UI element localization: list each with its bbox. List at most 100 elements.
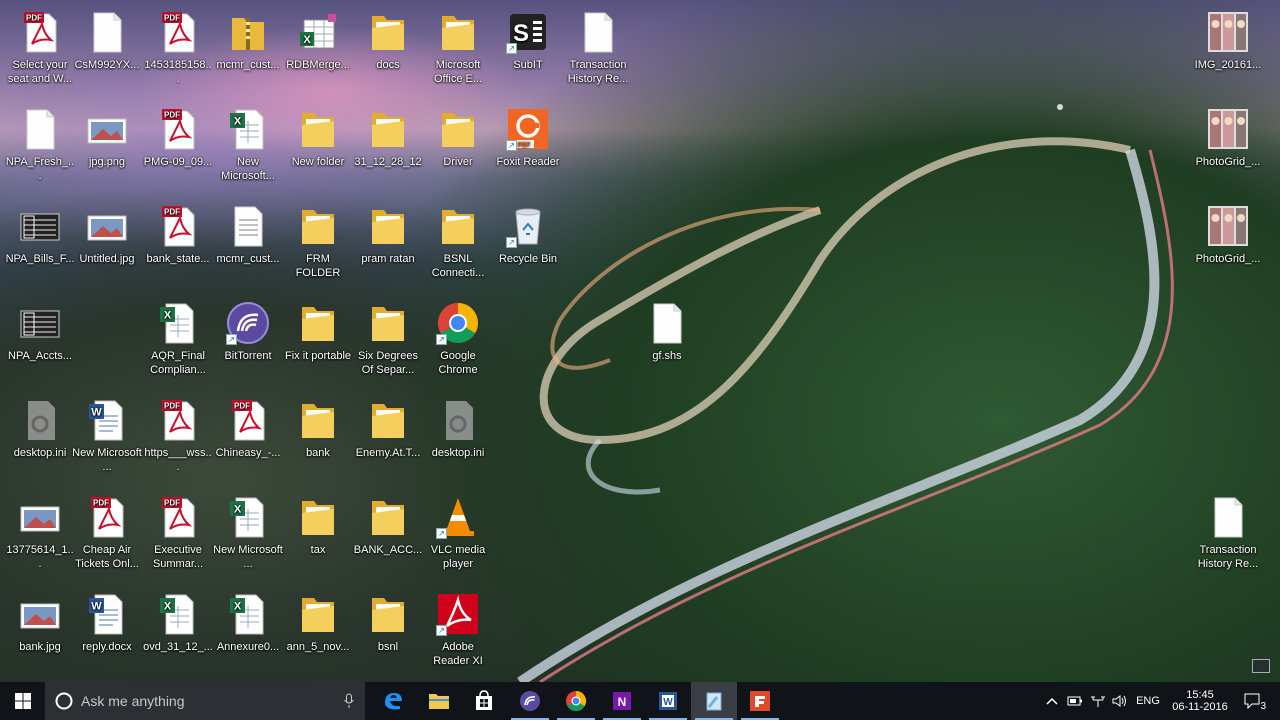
desktop-icon[interactable]: bsnl: [352, 592, 424, 654]
desktop-icon[interactable]: PhotoGrid_...: [1192, 107, 1264, 169]
text-file-icon: [226, 204, 270, 248]
microphone-icon[interactable]: [343, 693, 355, 709]
desktop-icon[interactable]: NPA_Accts...: [4, 301, 76, 363]
clock[interactable]: 15:45 06-11-2016: [1166, 682, 1234, 720]
desktop-icon[interactable]: Transaction History Re...: [562, 10, 634, 86]
desktop-icon[interactable]: Untitled.jpg: [71, 204, 143, 266]
desktop-icon[interactable]: S ↗ SubIT: [492, 10, 564, 72]
image-file-icon: [18, 592, 62, 636]
shortcut-arrow-icon: ↗: [506, 140, 517, 151]
image-file-icon: [85, 204, 129, 248]
pdf-icon: PDF: [156, 495, 200, 539]
network-tray-button[interactable]: [1088, 682, 1108, 720]
desktop-icon[interactable]: ↗ BitTorrent: [212, 301, 284, 363]
desktop-icon[interactable]: ↗ Google Chrome: [422, 301, 494, 377]
desktop-icon[interactable]: Transaction History Re...: [1192, 495, 1264, 571]
desktop-icon[interactable]: 13775614_1...: [4, 495, 76, 571]
desktop-icon[interactable]: PDF bank_state...: [142, 204, 214, 266]
taskbar-app-file-explorer[interactable]: [416, 682, 462, 720]
desktop-icon[interactable]: New folder: [282, 107, 354, 169]
taskbar-app-bittorrent[interactable]: [507, 682, 553, 720]
svg-text:PDF: PDF: [26, 14, 42, 23]
desktop-icon[interactable]: desktop.ini: [422, 398, 494, 460]
desktop-icon[interactable]: jpg.png: [71, 107, 143, 169]
desktop-icon[interactable]: X New Microsoft ...: [212, 495, 284, 571]
desktop-icon[interactable]: X New Microsoft...: [212, 107, 284, 183]
desktop-icon[interactable]: docs: [352, 10, 424, 72]
desktop-icon[interactable]: BANK_ACC...: [352, 495, 424, 557]
desktop-icon[interactable]: pram ratan: [352, 204, 424, 266]
desktop-icon[interactable]: Six Degrees Of Separ...: [352, 301, 424, 377]
desktop-icon-label: Google Chrome: [438, 350, 478, 376]
foxit-icon: [749, 690, 771, 712]
network-icon: [1091, 696, 1105, 707]
cortana-search-box[interactable]: Ask me anything: [45, 682, 365, 720]
svg-text:PDF: PDF: [164, 208, 180, 217]
desktop-icon[interactable]: bank: [282, 398, 354, 460]
desktop-icon[interactable]: tax: [282, 495, 354, 557]
show-hidden-icons-chevron[interactable]: [1042, 682, 1062, 720]
svg-text:X: X: [164, 601, 172, 613]
desktop-icon[interactable]: Wreply.docx: [71, 592, 143, 654]
folder-icon: [296, 301, 340, 345]
language-indicator[interactable]: ENG: [1134, 682, 1162, 720]
desktop-icon[interactable]: desktop.ini: [4, 398, 76, 460]
desktop-icon[interactable]: PhotoGrid_...: [1192, 204, 1264, 266]
desktop-icon[interactable]: Microsoft Office E...: [422, 10, 494, 86]
desktop-icon[interactable]: Driver: [422, 107, 494, 169]
taskbar-app-word[interactable]: W: [645, 682, 691, 720]
desktop-icon[interactable]: Xovd_31_12_...: [142, 592, 214, 654]
desktop-icon[interactable]: ↗ Recycle Bin: [492, 204, 564, 266]
desktop-icon[interactable]: X RDBMerge...: [282, 10, 354, 72]
desktop-icon[interactable]: PDF 1453185158...: [142, 10, 214, 86]
desktop-icon[interactable]: FRM FOLDER: [282, 204, 354, 280]
edge-icon: [382, 690, 404, 712]
taskbar-app-foxit[interactable]: [737, 682, 783, 720]
taskbar-app-onenote[interactable]: N: [599, 682, 645, 720]
pdf-icon: PDF: [85, 495, 129, 539]
desktop-icon[interactable]: PDF Cheap Air Tickets Onl...: [71, 495, 143, 571]
desktop-icon[interactable]: IMG_20161...: [1192, 10, 1264, 72]
desktop-icon[interactable]: Enemy.At.T...: [352, 398, 424, 460]
desktop-icon-label: Transaction History Re...: [1197, 544, 1259, 570]
taskbar-app-notepad[interactable]: [691, 682, 737, 720]
desktop-icon-label: bank: [306, 447, 330, 459]
desktop-icon[interactable]: X Annexure0...: [212, 592, 284, 654]
adobe-reader-icon: ↗: [436, 592, 480, 636]
desktop-icon[interactable]: mcmr_cust...: [212, 204, 284, 266]
desktop-icon-label: reply.docx: [82, 641, 132, 653]
desktop-icon[interactable]: CsM992YX...: [71, 10, 143, 72]
desktop-icon[interactable]: bank.jpg: [4, 592, 76, 654]
bittorrent-icon: [519, 690, 541, 712]
svg-text:PDF: PDF: [164, 499, 180, 508]
desktop-icon[interactable]: ann_5_nov...: [282, 592, 354, 654]
taskbar-app-chrome[interactable]: [553, 682, 599, 720]
desktop-icon[interactable]: ↗ Adobe Reader XI: [422, 592, 494, 668]
svg-text:PDF: PDF: [164, 111, 180, 120]
desktop-icon[interactable]: mcmr_cust...: [212, 10, 284, 72]
taskbar-app-edge[interactable]: [370, 682, 416, 720]
desktop-icon[interactable]: BSNL Connecti...: [422, 204, 494, 280]
desktop-icon[interactable]: Fix it portable: [282, 301, 354, 363]
desktop-icon[interactable]: PDF Chineasy_-...: [212, 398, 284, 460]
svg-text:PDF: PDF: [93, 499, 109, 508]
desktop-icon[interactable]: ↗ VLC media player: [422, 495, 494, 571]
desktop-icon[interactable]: PDF Executive Summar...: [142, 495, 214, 571]
power-tray-button[interactable]: [1065, 682, 1085, 720]
desktop-icon[interactable]: PDF https___wss...: [142, 398, 214, 474]
desktop-icon[interactable]: PDF ↗ Foxit Reader: [492, 107, 564, 169]
volume-tray-button[interactable]: [1110, 682, 1130, 720]
desktop-icon[interactable]: NPA_Fresh_...: [4, 107, 76, 183]
taskbar-app-store[interactable]: [461, 682, 507, 720]
desktop-icon[interactable]: X AQR_Final Complian...: [142, 301, 214, 377]
start-button[interactable]: [0, 682, 45, 720]
desktop-icon[interactable]: W New Microsoft ...: [71, 398, 143, 474]
action-center-button[interactable]: 3: [1238, 682, 1268, 720]
desktop-icon[interactable]: NPA_Bills_F...: [4, 204, 76, 266]
desktop-icon[interactable]: PDF Select your seat and W...: [4, 10, 76, 86]
show-desktop-corner-button[interactable]: [1252, 659, 1270, 673]
desktop-icon[interactable]: gf.shs: [631, 301, 703, 363]
desktop-icon-label: Enemy.At.T...: [355, 447, 421, 459]
desktop-icon[interactable]: 31_12_28_12: [352, 107, 424, 169]
desktop-icon[interactable]: PDF PMG-09_09...: [142, 107, 214, 169]
